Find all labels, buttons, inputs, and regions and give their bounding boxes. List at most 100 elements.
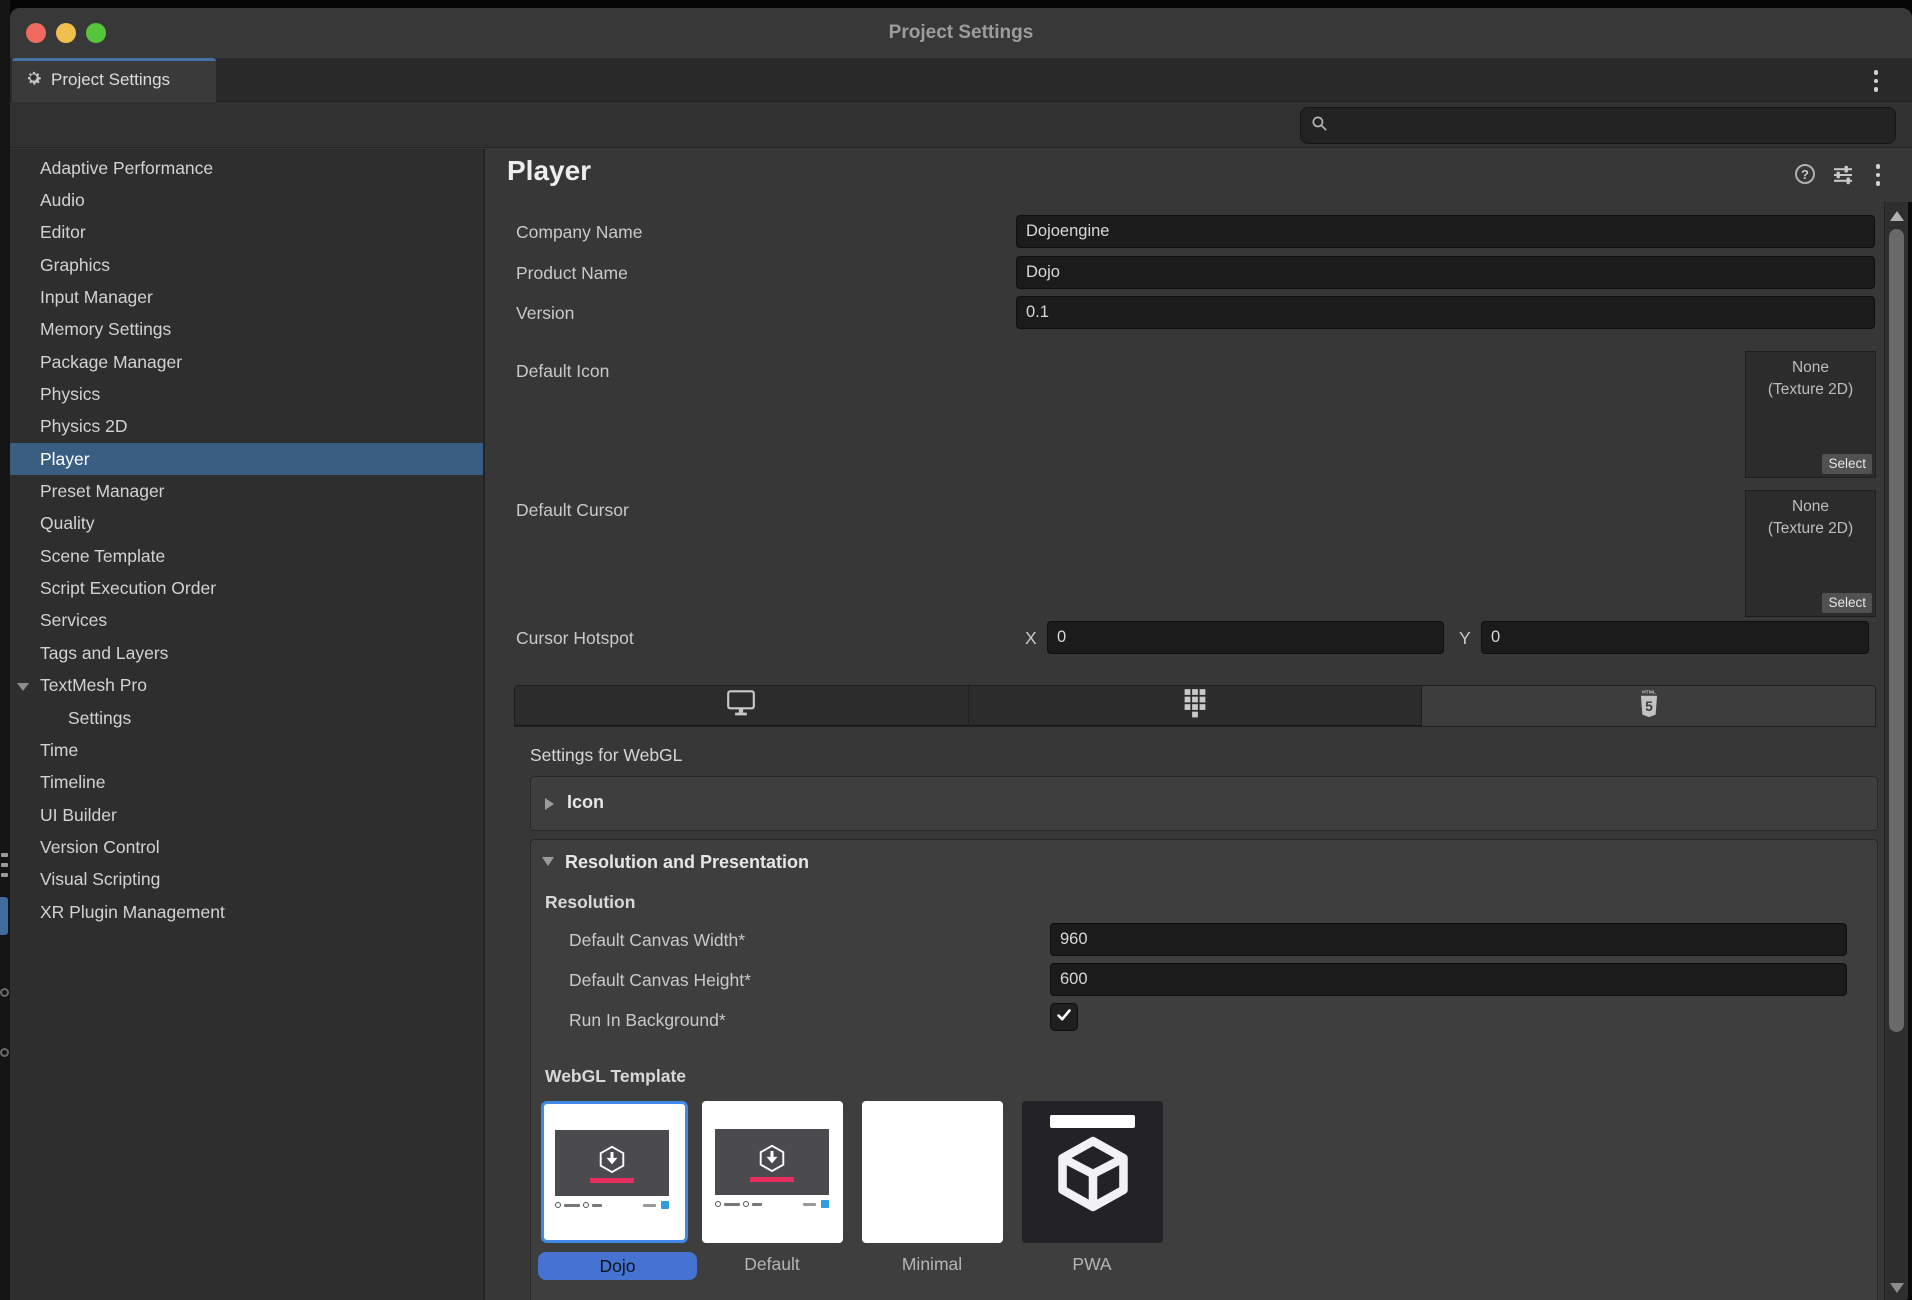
sidebar-item-adaptive-performance[interactable]: Adaptive Performance xyxy=(10,152,483,184)
platform-tab-desktop[interactable] xyxy=(515,686,969,726)
progress-bar xyxy=(590,1178,634,1183)
vertical-scrollbar[interactable] xyxy=(1884,202,1908,1300)
default-canvas-height-label: Default Canvas Height* xyxy=(569,968,751,992)
background-glyph xyxy=(0,1048,9,1057)
monitor-icon xyxy=(725,689,757,722)
titlebar: Project Settings xyxy=(10,8,1912,58)
resolution-subheader: Resolution xyxy=(545,892,635,913)
company-name-label: Company Name xyxy=(516,220,642,244)
player-settings-panel: Player ? Company Name Product Name Versi… xyxy=(487,149,1884,1300)
scrollbar-thumb[interactable] xyxy=(1889,229,1904,1032)
template-preview xyxy=(715,1129,829,1195)
window-body: Adaptive Performance Audio Editor Graphi… xyxy=(10,149,1912,1300)
product-name-field[interactable] xyxy=(1016,256,1875,289)
sidebar-item-xr-plugin-management[interactable]: XR Plugin Management xyxy=(10,896,483,928)
unity-cube-icon xyxy=(756,1143,788,1175)
run-in-background-label: Run In Background* xyxy=(569,1008,726,1032)
sidebar-item-player[interactable]: Player xyxy=(10,443,483,475)
sidebar-item-package-manager[interactable]: Package Manager xyxy=(10,346,483,378)
hotspot-y-field[interactable] xyxy=(1481,621,1869,654)
sidebar-item-textmesh-pro-settings[interactable]: Settings xyxy=(10,702,483,734)
default-canvas-width-label: Default Canvas Width* xyxy=(569,928,745,952)
tab-strip-menu-button[interactable] xyxy=(1868,68,1884,94)
template-name-minimal[interactable]: Minimal xyxy=(902,1254,962,1275)
sidebar-item-tags-and-layers[interactable]: Tags and Layers xyxy=(10,637,483,669)
default-cursor-label: Default Cursor xyxy=(516,498,629,522)
product-name-label: Product Name xyxy=(516,261,628,285)
tab-project-settings[interactable]: Project Settings xyxy=(12,58,216,102)
default-cursor-select-button[interactable]: Select xyxy=(1822,593,1872,613)
tab-label: Project Settings xyxy=(51,70,170,90)
sidebar-item-physics[interactable]: Physics xyxy=(10,378,483,410)
webgl-template-pwa-card[interactable] xyxy=(1022,1101,1163,1243)
company-name-field[interactable] xyxy=(1016,215,1875,248)
webgl-template-default-card[interactable] xyxy=(702,1101,843,1243)
template-footer-logos xyxy=(715,1199,829,1209)
background-window-sliver xyxy=(0,0,10,1300)
presets-icon[interactable] xyxy=(1832,165,1854,190)
template-name-pwa[interactable]: PWA xyxy=(1072,1254,1111,1275)
background-glyph xyxy=(0,988,9,997)
platform-tab-bar: HTML5 xyxy=(514,685,1876,727)
pwa-topbar xyxy=(1050,1115,1135,1128)
sidebar-item-textmesh-pro[interactable]: TextMesh Pro xyxy=(10,670,483,702)
webgl-template-minimal-card[interactable] xyxy=(862,1101,1003,1243)
window-title: Project Settings xyxy=(10,8,1912,58)
platform-tab-dedicated-server[interactable] xyxy=(969,686,1423,726)
sidebar-item-script-execution-order[interactable]: Script Execution Order xyxy=(10,572,483,604)
default-icon-texture-well[interactable]: None (Texture 2D) Select xyxy=(1745,351,1876,478)
sidebar-item-graphics[interactable]: Graphics xyxy=(10,249,483,281)
default-canvas-width-field[interactable] xyxy=(1050,923,1847,956)
webgl-template-dojo-card[interactable] xyxy=(541,1101,688,1243)
sidebar-item-visual-scripting[interactable]: Visual Scripting xyxy=(10,864,483,896)
sidebar-item-ui-builder[interactable]: UI Builder xyxy=(10,799,483,831)
resolution-and-presentation-section: Resolution and Presentation Resolution D… xyxy=(530,839,1878,1300)
help-icon[interactable]: ? xyxy=(1795,164,1815,184)
sidebar-item-editor[interactable]: Editor xyxy=(10,217,483,249)
sidebar-item-preset-manager[interactable]: Preset Manager xyxy=(10,475,483,507)
sidebar-item-scene-template[interactable]: Scene Template xyxy=(10,540,483,572)
sidebar-item-timeline[interactable]: Timeline xyxy=(10,767,483,799)
unity-cube-icon xyxy=(596,1144,628,1176)
window-right-edge xyxy=(1908,202,1912,1300)
sidebar-item-input-manager[interactable]: Input Manager xyxy=(10,281,483,313)
panel-menu-icon[interactable] xyxy=(1871,162,1884,188)
chevron-down-icon[interactable] xyxy=(17,683,29,691)
chevron-right-icon[interactable] xyxy=(545,798,554,810)
run-in-background-checkbox[interactable] xyxy=(1050,1003,1078,1031)
svg-text:5: 5 xyxy=(1645,699,1653,714)
template-name-dojo[interactable]: Dojo xyxy=(538,1252,697,1280)
scroll-up-arrow-icon[interactable] xyxy=(1890,211,1904,221)
tab-strip: Project Settings xyxy=(10,58,1912,102)
search-icon xyxy=(1311,115,1328,137)
sidebar-item-version-control[interactable]: Version Control xyxy=(10,831,483,863)
sidebar-item-quality[interactable]: Quality xyxy=(10,508,483,540)
search-input[interactable] xyxy=(1336,116,1885,135)
background-glyph xyxy=(0,897,8,935)
sidebar-item-services[interactable]: Services xyxy=(10,605,483,637)
icon-section-title: Icon xyxy=(567,792,604,813)
platform-tab-webgl[interactable]: HTML5 xyxy=(1422,686,1875,726)
background-glyph xyxy=(1,853,8,857)
hotspot-x-field[interactable] xyxy=(1047,621,1444,654)
sidebar-item-time[interactable]: Time xyxy=(10,734,483,766)
default-cursor-texture-well[interactable]: None (Texture 2D) Select xyxy=(1745,490,1876,617)
template-footer-logos xyxy=(555,1200,669,1210)
default-icon-select-button[interactable]: Select xyxy=(1822,454,1872,474)
hotspot-x-label: X xyxy=(1025,626,1037,650)
default-canvas-height-field[interactable] xyxy=(1050,963,1847,996)
default-icon-label: Default Icon xyxy=(516,359,609,383)
icon-section[interactable]: Icon xyxy=(530,776,1878,831)
sidebar-item-audio[interactable]: Audio xyxy=(10,184,483,216)
resolution-section-title[interactable]: Resolution and Presentation xyxy=(565,852,809,873)
scroll-down-arrow-icon[interactable] xyxy=(1890,1283,1904,1293)
chevron-down-icon[interactable] xyxy=(542,857,554,866)
search-box[interactable] xyxy=(1300,107,1896,144)
version-field[interactable] xyxy=(1016,296,1875,329)
project-settings-window: Project Settings Project Settings xyxy=(10,8,1912,1300)
sidebar-item-memory-settings[interactable]: Memory Settings xyxy=(10,314,483,346)
progress-bar xyxy=(750,1177,794,1182)
template-name-default[interactable]: Default xyxy=(744,1254,799,1275)
settings-sidebar: Adaptive Performance Audio Editor Graphi… xyxy=(10,149,485,1300)
sidebar-item-physics-2d[interactable]: Physics 2D xyxy=(10,411,483,443)
